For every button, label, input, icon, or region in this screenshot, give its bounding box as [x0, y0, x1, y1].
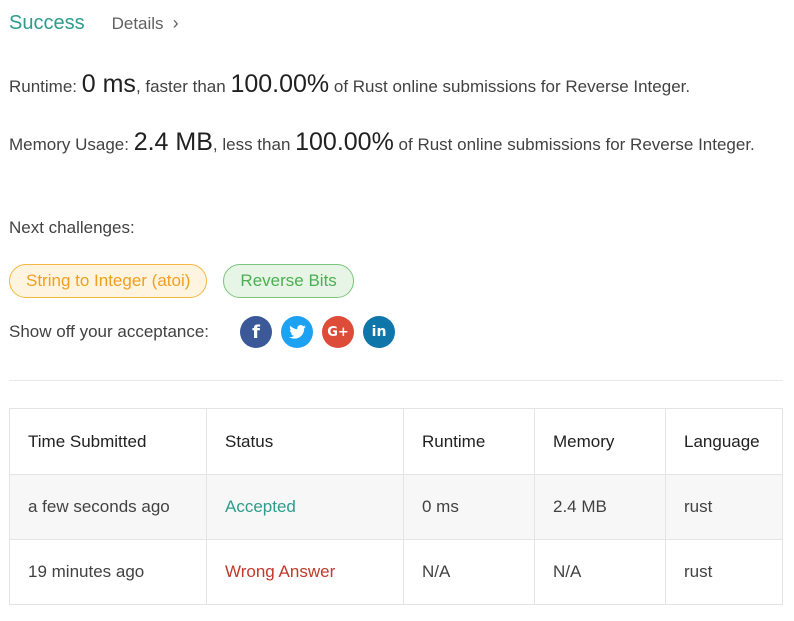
header-memory: Memory: [534, 408, 666, 475]
memory-label: Memory Usage:: [9, 135, 134, 154]
cell-status-link[interactable]: Accepted: [206, 474, 404, 540]
header-time-submitted: Time Submitted: [9, 408, 207, 475]
header-status: Status: [206, 408, 404, 475]
runtime-value: 0 ms: [81, 70, 136, 98]
next-challenges-label: Next challenges:: [9, 218, 135, 237]
memory-value: 2.4 MB: [133, 128, 213, 156]
chevron-right-icon: ›: [172, 13, 179, 33]
share-label: Show off your acceptance:: [9, 322, 210, 341]
cell-time: 19 minutes ago: [9, 539, 207, 605]
runtime-mid: , faster than: [135, 77, 231, 96]
header-runtime: Runtime: [403, 408, 535, 475]
result-status: Success: [9, 12, 85, 34]
cell-memory: 2.4 MB: [534, 474, 666, 540]
runtime-stat: Runtime: 0 ms, faster than 100.00% of Ru…: [9, 70, 779, 101]
cell-time: a few seconds ago: [9, 474, 207, 540]
table-header-row: Time Submitted Status Runtime Memory Lan…: [9, 408, 783, 475]
cell-language: rust: [665, 474, 783, 540]
runtime-suffix: of Rust online submissions for Reverse I…: [329, 77, 691, 96]
submissions-table: Time Submitted Status Runtime Memory Lan…: [9, 408, 783, 605]
linkedin-icon[interactable]: in: [363, 316, 396, 348]
memory-percent: 100.00%: [295, 128, 394, 156]
memory-stat: Memory Usage: 2.4 MB, less than 100.00% …: [9, 128, 779, 159]
facebook-icon[interactable]: f: [240, 316, 273, 348]
table-row: a few seconds ago Accepted 0 ms 2.4 MB r…: [9, 474, 783, 540]
google-plus-icon[interactable]: G+: [322, 316, 355, 348]
details-link[interactable]: Details ›: [112, 13, 179, 34]
runtime-percent: 100.00%: [230, 70, 330, 98]
details-label: Details: [111, 14, 164, 33]
share-row: Show off your acceptance: f G+ in: [9, 316, 396, 348]
memory-mid: , less than: [212, 135, 296, 154]
cell-language: rust: [665, 539, 783, 605]
memory-suffix: of Rust online submissions for Reverse I…: [393, 135, 755, 154]
cell-memory: N/A: [534, 539, 666, 605]
social-buttons: f G+ in: [240, 316, 396, 348]
runtime-label: Runtime:: [9, 77, 82, 96]
challenge-chip-atoi[interactable]: String to Integer (atoi): [9, 264, 208, 298]
cell-runtime: N/A: [403, 539, 535, 605]
next-challenges-list: String to Integer (atoi) Reverse Bits: [9, 264, 354, 298]
section-divider: [9, 380, 783, 381]
challenge-chip-reverse-bits[interactable]: Reverse Bits: [223, 264, 354, 298]
twitter-bird-glyph: [288, 325, 306, 339]
table-row: 19 minutes ago Wrong Answer N/A N/A rust: [9, 539, 783, 605]
result-header: Success Details ›: [9, 12, 179, 42]
twitter-icon[interactable]: [281, 316, 314, 348]
cell-runtime: 0 ms: [403, 474, 535, 540]
cell-status-link[interactable]: Wrong Answer: [206, 539, 404, 605]
header-language: Language: [665, 408, 783, 475]
